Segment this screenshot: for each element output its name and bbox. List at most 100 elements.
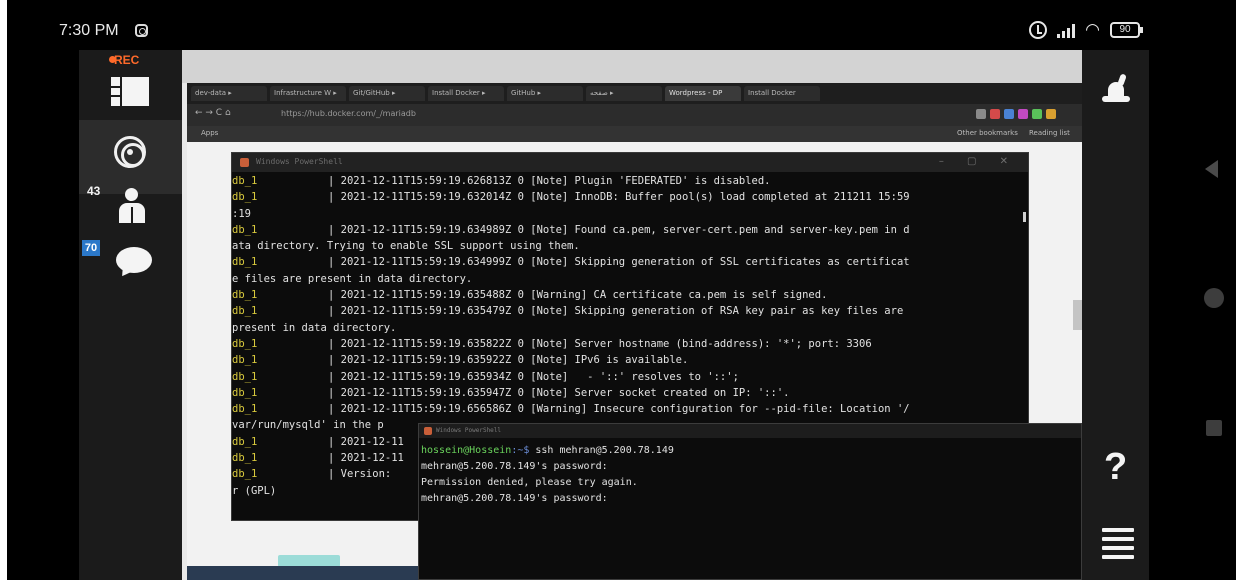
log-text: | 2021-12-11T15:59:19.634989Z 0 [Note] F… (328, 223, 910, 236)
service-name: db_1 (232, 468, 258, 481)
log-text: | 2021-12-11T15:59:19.626813Z 0 [Note] P… (328, 175, 771, 187)
browser-tab[interactable]: dev-data ▸ (191, 86, 267, 101)
terminal-log-line: db_1 | 2021-12-11T15:59:19.635934Z 0 [Not… (232, 369, 1024, 385)
log-text: r (GPL) (232, 484, 277, 497)
browser-tab[interactable]: Infrastructure W ▸ (270, 86, 346, 101)
extension-icons (976, 109, 1056, 119)
chat-icon[interactable] (116, 247, 152, 273)
log-text: | 2021-12-11T15:59:19.635479Z 0 [Note] S… (328, 305, 904, 318)
participants-count: 43 (87, 184, 101, 198)
log-text: | 2021-12-11T15:59:19.635934Z 0 [Note] -… (328, 370, 739, 383)
prompt-user: hossein@Hossein (421, 445, 512, 456)
browser-tab[interactable]: Install Docker ▸ (428, 86, 504, 101)
shared-screen-top-margin (182, 50, 1082, 83)
alarm-icon (1029, 21, 1048, 39)
prompt-path: :~$ (511, 445, 530, 456)
terminal-log-line: db_1 | 2021-12-11T15:59:19.635947Z 0 [Not… (232, 385, 1024, 401)
ssh-output-line: mehran@5.200.78.149's password: (421, 493, 608, 504)
service-name: db_1 (232, 337, 258, 350)
service-name: db_1 (232, 223, 258, 236)
browser-tab-strip: dev-data ▸ Infrastructure W ▸ Git/GitHub… (187, 83, 1082, 104)
ssh-output-line: mehran@5.200.78.149's password: (421, 461, 608, 472)
layout-icon[interactable] (111, 77, 149, 106)
terminal-scroll-thumb[interactable] (1023, 212, 1026, 222)
log-text: | 2021-12-11T15:59:19.632014Z 0 [Note] I… (328, 191, 910, 204)
service-name: db_1 (232, 386, 258, 399)
browser-tab[interactable]: Git/GitHub ▸ (349, 86, 425, 101)
menu-icon[interactable] (1102, 528, 1134, 564)
log-text: var/run/mysqld' in the p (232, 419, 384, 432)
terminal-log-line: e files are present in data directory. (232, 271, 1024, 287)
log-text: | 2021-12-11T15:59:19.635947Z 0 [Note] S… (328, 386, 790, 399)
terminal-window-ssh[interactable]: Windows PowerShell hossein@Hossein:~$ ss… (418, 423, 1082, 580)
browser-tab[interactable]: Install Docker (744, 86, 820, 101)
android-recents-icon[interactable] (1206, 420, 1222, 436)
service-name: db_1 (232, 403, 258, 416)
log-text: ata directory. Trying to enable SSL supp… (232, 240, 580, 253)
log-text: :19 (232, 207, 251, 220)
terminal-log-line: db_1 | 2021-12-11T15:59:19.635488Z 0 [War… (232, 287, 1024, 303)
terminal-log-line: db_1 | 2021-12-11T15:59:19.656586Z 0 [War… (232, 401, 1024, 417)
webcam-target-icon[interactable] (114, 136, 146, 168)
ssh-terminal-title: Windows PowerShell (436, 427, 502, 434)
terminal-log-line: db_1 | 2021-12-11T15:59:19.632014Z 0 [Not… (232, 189, 1024, 205)
url-field[interactable]: https://hub.docker.com/_/mariadb (281, 109, 416, 118)
log-text: | Version: (328, 468, 392, 481)
ssh-command: ssh mehran@5.200.78.149 (529, 445, 674, 456)
ssh-command-line: hossein@Hossein:~$ ssh mehran@5.200.78.1… (421, 443, 1081, 459)
ssh-terminal-titlebar: Windows PowerShell (419, 424, 1081, 438)
instagram-notification-icon (135, 24, 148, 37)
signal-icon (1057, 22, 1076, 38)
android-back-icon[interactable] (1205, 160, 1218, 178)
terminal-log-line: db_1 | 2021-12-11T15:59:19.635822Z 0 [Not… (232, 336, 1024, 352)
log-text: | 2021-12-11 (328, 435, 404, 448)
window-controls[interactable]: – ▢ ✕ (939, 156, 1018, 167)
service-name: db_1 (232, 354, 258, 367)
browser-nav-icons[interactable]: ← → C ⌂ (195, 108, 231, 118)
log-text: | 2021-12-11T15:59:19.656586Z 0 [Warning… (328, 403, 910, 416)
log-text: | 2021-12-11T15:59:19.635822Z 0 [Note] S… (328, 337, 872, 350)
bookmark-apps[interactable]: Apps (201, 129, 218, 137)
terminal-log-line: db_1 | 2021-12-11T15:59:19.626813Z 0 [Not… (232, 173, 1024, 189)
android-home-icon[interactable] (1204, 288, 1224, 308)
log-text: | 2021-12-11T15:59:19.635488Z 0 [Warning… (328, 289, 828, 302)
service-name: db_1 (232, 435, 258, 448)
shared-screen: dev-data ▸ Infrastructure W ▸ Git/GitHub… (182, 50, 1082, 580)
browser-tab-active[interactable]: Wordpress - DP (665, 86, 741, 101)
participants-icon[interactable] (117, 188, 147, 224)
terminal-title: Windows PowerShell (256, 157, 343, 166)
bookmark-reading-list[interactable]: Reading list (1029, 129, 1070, 137)
service-name: db_1 (232, 191, 258, 204)
terminal-log-line: db_1 | 2021-12-11T15:59:19.634989Z 0 [Not… (232, 222, 1024, 238)
service-name: db_1 (232, 452, 258, 465)
bookmark-other[interactable]: Other bookmarks (957, 129, 1018, 137)
help-icon[interactable]: ? (1104, 446, 1127, 489)
service-name: db_1 (232, 175, 258, 187)
log-text: | 2021-12-11T15:59:19.634999Z 0 [Note] S… (328, 256, 910, 269)
terminal-log-line: present in data directory. (232, 320, 1024, 336)
service-name: db_1 (232, 305, 258, 318)
recording-label: REC (114, 53, 140, 67)
service-name: db_1 (232, 256, 258, 269)
powershell-icon (240, 158, 249, 167)
ssh-output-line: Permission denied, please try again. (421, 477, 638, 488)
log-text: | 2021-12-11T15:59:19.635922Z 0 [Note] I… (328, 354, 689, 367)
terminal-log-line: db_1 | 2021-12-11T15:59:19.635922Z 0 [Not… (232, 352, 1024, 368)
browser-address-bar: ← → C ⌂ https://hub.docker.com/_/mariadb (187, 104, 1082, 126)
wifi-icon: ◠ (1085, 20, 1100, 39)
status-time: 7:30 PM (59, 22, 119, 39)
browser-tab[interactable]: GitHub ▸ (507, 86, 583, 101)
shared-screen-scrollbar[interactable] (1073, 300, 1082, 330)
terminal-log-line: db_1 | 2021-12-11T15:59:19.634999Z 0 [Not… (232, 254, 1024, 270)
status-icons: ◠ 90 (1029, 20, 1143, 40)
browser-tab[interactable]: صفحه ▸ (586, 86, 662, 101)
battery-icon: 90 (1110, 22, 1143, 38)
chat-unread-badge: 70 (82, 240, 100, 256)
raise-hand-icon[interactable] (1102, 73, 1130, 102)
service-name: db_1 (232, 370, 258, 383)
powershell-icon (424, 427, 432, 435)
log-text: e files are present in data directory. (232, 272, 473, 285)
meeting-sidebar: REC 43 70 (79, 50, 182, 580)
terminal-log-line: db_1 | 2021-12-11T15:59:19.635479Z 0 [Not… (232, 303, 1024, 319)
log-text: | 2021-12-11 (328, 452, 404, 465)
